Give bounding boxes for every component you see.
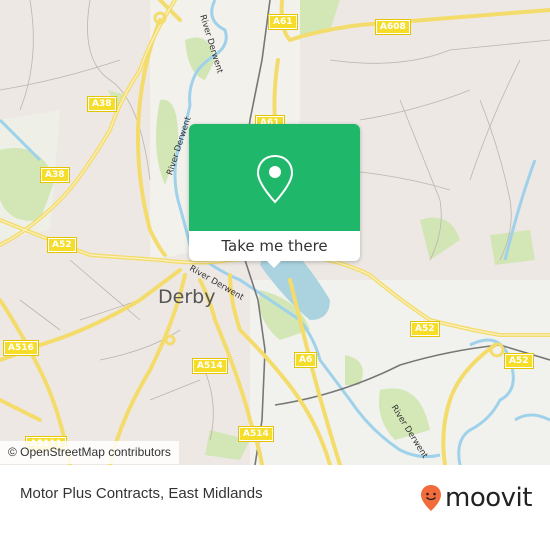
road-shield-a61: A61: [268, 14, 298, 30]
location-popup: Take me there: [189, 124, 360, 268]
footer: Motor Plus Contracts, East Midlands moov…: [0, 465, 550, 550]
road-shield-a6: A6: [293, 352, 318, 368]
map-pin-icon: [256, 154, 294, 204]
road-shield-a608: A608: [375, 19, 411, 35]
moovit-logo[interactable]: moovit: [420, 483, 532, 513]
location-title: Motor Plus Contracts, East Midlands: [20, 485, 263, 502]
take-me-there-button[interactable]: Take me there: [189, 231, 360, 261]
road-shield-a514: A514: [238, 426, 274, 442]
road-shield-a514: A514: [192, 358, 228, 374]
road-shield-a516: A516: [3, 340, 39, 356]
road-shield-a38: A38: [87, 96, 117, 112]
road-shield-a52: A52: [504, 353, 534, 369]
map[interactable]: Derby A61 A608 A38 A61 A38 A52 A516 A514…: [0, 0, 550, 465]
moovit-wordmark: moovit: [445, 483, 532, 513]
moovit-pin-icon: [421, 485, 441, 511]
popup-header: [189, 124, 360, 231]
road-shield-a52: A52: [410, 321, 440, 337]
road-shield-a38: A38: [40, 167, 70, 183]
popup-pointer: [266, 260, 282, 268]
road-shield-a52: A52: [47, 237, 77, 253]
place-label-derby: Derby: [158, 286, 216, 308]
map-attribution[interactable]: © OpenStreetMap contributors: [0, 441, 179, 464]
